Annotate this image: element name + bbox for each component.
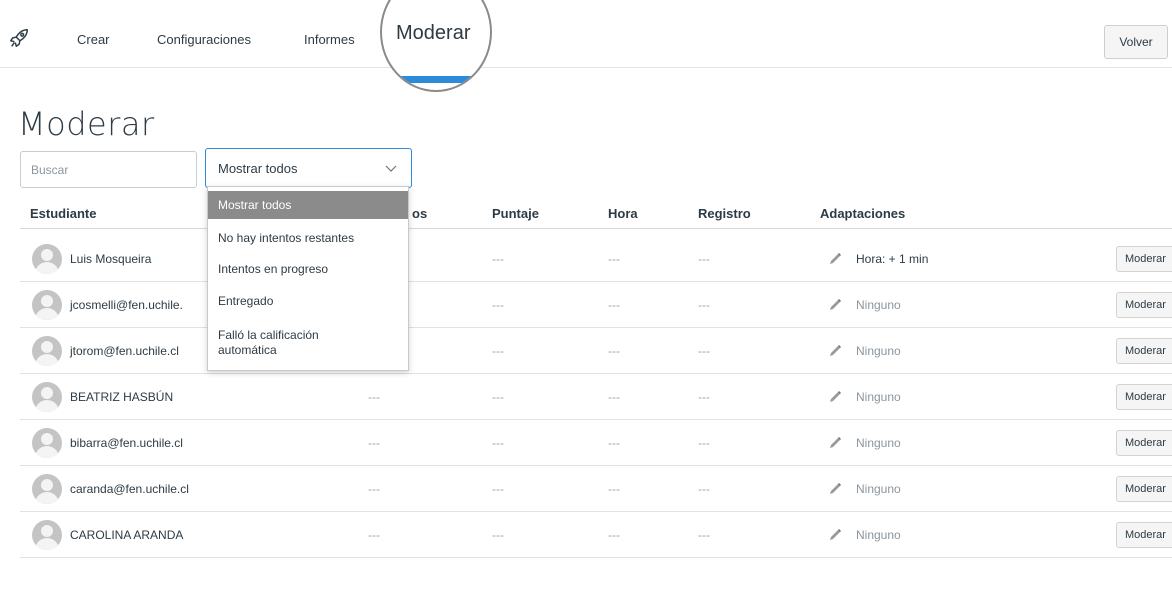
student-name[interactable]: bibarra@fen.uchile.cl: [70, 436, 183, 450]
header-divider: [20, 228, 1172, 229]
adaptaciones-value: Ninguno: [856, 436, 901, 450]
pencil-icon[interactable]: [828, 296, 844, 312]
hora-value: ---: [608, 482, 620, 496]
puntaje-value: ---: [492, 482, 504, 496]
moderar-button[interactable]: Moderar: [1116, 246, 1172, 272]
pencil-icon[interactable]: [828, 388, 844, 404]
chevron-down-icon: [385, 165, 397, 172]
pencil-icon[interactable]: [828, 480, 844, 496]
table-row: jcosmelli@fen.uchile. --- --- --- Ningun…: [20, 282, 1172, 328]
moderar-button[interactable]: Moderar: [1116, 430, 1172, 456]
registro-value: ---: [698, 298, 710, 312]
tab-moderar-magnified[interactable]: Moderar: [380, 0, 492, 92]
student-name[interactable]: CAROLINA ARANDA: [70, 528, 183, 542]
puntaje-value: ---: [492, 528, 504, 542]
student-name[interactable]: jcosmelli@fen.uchile.: [70, 298, 183, 312]
col-header-registro[interactable]: Registro: [698, 206, 751, 221]
hora-value: ---: [608, 436, 620, 450]
table-row: jtorom@fen.uchile.cl --- --- --- Ninguno…: [20, 328, 1172, 374]
moderar-button[interactable]: Moderar: [1116, 338, 1172, 364]
adaptaciones-value: Ninguno: [856, 528, 901, 542]
intentos-value: ---: [368, 436, 380, 450]
intentos-value: ---: [368, 482, 380, 496]
hora-value: ---: [608, 528, 620, 542]
student-name[interactable]: BEATRIZ HASBÚN: [70, 390, 173, 404]
pencil-icon[interactable]: [828, 250, 844, 266]
nav-informes[interactable]: Informes: [304, 32, 355, 47]
col-header-adaptaciones: Adaptaciones: [820, 206, 906, 221]
page-title: Moderar: [18, 105, 155, 143]
hora-value: ---: [608, 390, 620, 404]
registro-value: ---: [698, 528, 710, 542]
dropdown-option-mostrar-todos[interactable]: Mostrar todos: [208, 191, 408, 219]
dropdown-option-no-intentos[interactable]: No hay intentos restantes: [208, 224, 408, 252]
dropdown-option-entregado[interactable]: Entregado: [208, 287, 408, 315]
back-button[interactable]: Volver: [1104, 25, 1168, 59]
avatar: [32, 428, 62, 458]
avatar: [32, 336, 62, 366]
registro-value: ---: [698, 344, 710, 358]
adaptaciones-value: Ninguno: [856, 482, 901, 496]
filter-select-value: Mostrar todos: [218, 160, 298, 176]
table-row: bibarra@fen.uchile.cl --- --- --- --- Ni…: [20, 420, 1172, 466]
adaptaciones-value: Ninguno: [856, 390, 901, 404]
adaptaciones-value: Ninguno: [856, 344, 901, 358]
avatar: [32, 474, 62, 504]
puntaje-value: ---: [492, 298, 504, 312]
col-header-estudiante[interactable]: Estudiante: [30, 206, 96, 221]
tab-moderar-label: Moderar: [396, 22, 471, 44]
col-header-intentos[interactable]: os: [412, 206, 427, 221]
table-row: CAROLINA ARANDA --- --- --- --- Ninguno …: [20, 512, 1172, 558]
moderar-button[interactable]: Moderar: [1116, 292, 1172, 318]
registro-value: ---: [698, 252, 710, 266]
table-row: Luis Mosqueira --- --- --- Hora: + 1 min…: [20, 236, 1172, 282]
registro-value: ---: [698, 436, 710, 450]
moderar-button[interactable]: Moderar: [1116, 384, 1172, 410]
search-input[interactable]: [20, 151, 197, 188]
adaptaciones-value: Hora: + 1 min: [856, 252, 929, 266]
puntaje-value: ---: [492, 390, 504, 404]
intentos-value: ---: [368, 528, 380, 542]
moderar-button[interactable]: Moderar: [1116, 522, 1172, 548]
col-header-hora[interactable]: Hora: [608, 206, 638, 221]
avatar: [32, 290, 62, 320]
registro-value: ---: [698, 390, 710, 404]
adaptaciones-value: Ninguno: [856, 298, 901, 312]
table-row: caranda@fen.uchile.cl --- --- --- --- Ni…: [20, 466, 1172, 512]
avatar: [32, 382, 62, 412]
nav-crear[interactable]: Crear: [77, 32, 110, 47]
hora-value: ---: [608, 298, 620, 312]
intentos-value: ---: [368, 390, 380, 404]
puntaje-value: ---: [492, 252, 504, 266]
pencil-icon[interactable]: [828, 434, 844, 450]
avatar: [32, 244, 62, 274]
hora-value: ---: [608, 344, 620, 358]
pencil-icon[interactable]: [828, 342, 844, 358]
top-nav: Crear Configuraciones Informes Moderar V…: [0, 0, 1172, 92]
hora-value: ---: [608, 252, 620, 266]
rocket-icon[interactable]: [8, 27, 30, 49]
puntaje-value: ---: [492, 436, 504, 450]
table-row: BEATRIZ HASBÚN --- --- --- --- Ninguno M…: [20, 374, 1172, 420]
dropdown-option-fallo-calificacion[interactable]: Falló la calificación automática: [208, 321, 358, 365]
avatar: [32, 520, 62, 550]
student-name[interactable]: caranda@fen.uchile.cl: [70, 482, 189, 496]
filter-select[interactable]: Mostrar todos: [205, 148, 412, 188]
dropdown-option-en-progreso[interactable]: Intentos en progreso: [208, 255, 408, 283]
active-tab-indicator: [382, 76, 490, 83]
col-header-puntaje[interactable]: Puntaje: [492, 206, 539, 221]
pencil-icon[interactable]: [828, 526, 844, 542]
registro-value: ---: [698, 482, 710, 496]
student-name[interactable]: Luis Mosqueira: [70, 252, 151, 266]
nav-configuraciones[interactable]: Configuraciones: [157, 32, 251, 47]
student-name[interactable]: jtorom@fen.uchile.cl: [70, 344, 179, 358]
puntaje-value: ---: [492, 344, 504, 358]
moderar-button[interactable]: Moderar: [1116, 476, 1172, 502]
filter-dropdown-menu: Mostrar todos No hay intentos restantes …: [207, 186, 409, 371]
